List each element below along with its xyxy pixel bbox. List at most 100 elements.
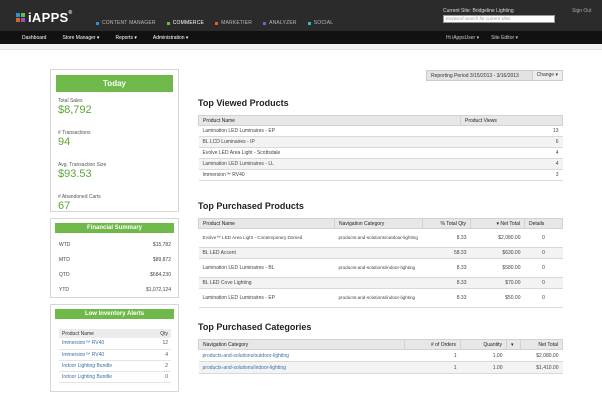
qty-cell: 12	[148, 338, 171, 350]
details-link[interactable]: 0	[524, 228, 563, 248]
col-details[interactable]: Details	[524, 218, 563, 229]
low-inventory-widget: Low Inventory Alerts Product Name Qty Im…	[50, 304, 179, 392]
qty-cell: 2	[148, 360, 171, 372]
module-commerce[interactable]: COMMERCE	[166, 20, 204, 26]
orders-cell: 1	[404, 361, 461, 374]
product-link[interactable]: Indoor Lighting Bundle	[59, 360, 149, 372]
table-row: Lamination LED Luminaires - EP 13	[198, 125, 563, 137]
col-product-name[interactable]: Product Name	[198, 218, 335, 229]
table-row: products-and-solutions/outdoor-lighting …	[198, 349, 563, 362]
orders-cell: 1	[404, 349, 461, 362]
reporting-period-bar: Reporting Period 3/15/2013 - 3/16/2013 C…	[426, 70, 563, 81]
table-row: Evolve™ LED Area Light - Contemporary Do…	[198, 228, 563, 248]
iapps-logo[interactable]: iAPPS®	[16, 10, 73, 25]
sub-header-strip	[0, 44, 602, 50]
top-purchased-table: Product Name Navigation Category % Total…	[198, 218, 563, 308]
net-total-cell: $2,080.00	[520, 349, 563, 362]
product-name: BL LED Accent	[198, 247, 335, 259]
category-link[interactable]: products-and-solutions/outdoor-lighting	[198, 349, 405, 362]
nav-store-manager[interactable]: Store Manager ▾	[62, 35, 99, 41]
main-nav: Dashboard Store Manager ▾ Reports ▾ Admi…	[0, 31, 602, 44]
category-link[interactable]: products-and-solutions/indoor-lighting	[198, 361, 405, 374]
product-name: Immersion™ RV40	[198, 169, 461, 181]
col-product-views[interactable]: Product Views	[460, 115, 563, 126]
product-link[interactable]: Immersion™ RV40	[59, 349, 149, 361]
table-row: Lamination LED Luminaires - BL products-…	[198, 258, 563, 278]
module-switcher: CONTENT MANAGER COMMERCE MARKETIER ANALYZER…	[96, 20, 333, 26]
col-product-name[interactable]: Product Name	[198, 115, 461, 126]
col-qty[interactable]: Qty	[148, 329, 171, 338]
module-marketier[interactable]: MARKETIER	[215, 20, 252, 26]
nav-administration[interactable]: Administration ▾	[153, 35, 189, 41]
sign-out-link[interactable]: Sign Out	[572, 8, 591, 14]
module-label: SOCIAL	[313, 20, 334, 26]
net-total-cell: $580.00	[470, 258, 525, 278]
qty-cell: 4	[148, 349, 171, 361]
table-row: BL LED Cove Lighting 8.33 $70.00 0	[198, 277, 563, 289]
col-navigation-category[interactable]: Navigation Category	[198, 339, 405, 350]
nav-dashboard[interactable]: Dashboard	[22, 35, 46, 41]
module-content-manager[interactable]: CONTENT MANAGER	[96, 20, 156, 26]
module-analyzer[interactable]: ANALYZER	[263, 20, 297, 26]
views-cell: 13	[460, 125, 563, 137]
product-link[interactable]: Immersion™ RV40	[59, 338, 149, 350]
stat-avg-transaction: Avg. Transaction Size $93.53	[51, 162, 178, 180]
views-cell: 6	[460, 136, 563, 148]
module-color-icon	[307, 21, 311, 25]
col-orders[interactable]: # of Orders	[404, 339, 461, 350]
product-name: Lamination LED Luminaires - BL	[198, 258, 335, 278]
stat-transactions: # Transactions 94	[51, 130, 178, 148]
module-color-icon	[215, 21, 219, 25]
pct-cell: 8.33	[422, 228, 471, 248]
site-editor-menu[interactable]: Site Editor ▾	[491, 35, 518, 41]
top-categories-title: Top Purchased Categories	[198, 322, 312, 332]
table-row: Indoor Lighting Bundle 0	[59, 371, 171, 383]
col-net-total[interactable]: Net Total	[520, 339, 563, 350]
stat-abandoned-carts: # Abandoned Carts 67	[51, 194, 178, 212]
net-total-cell: $2,080.00	[470, 228, 525, 248]
details-link[interactable]: 0	[524, 258, 563, 278]
col-net-total[interactable]: ▾ Net Total	[470, 218, 525, 229]
nav-reports[interactable]: Reports ▾	[115, 35, 136, 41]
module-social[interactable]: SOCIAL	[307, 20, 334, 26]
stat-value: 67	[58, 200, 71, 212]
stat-value: $8,792	[58, 104, 92, 116]
pct-cell: 58.33	[422, 247, 471, 259]
site-search-input[interactable]: Keyword search for current sites	[443, 15, 555, 23]
views-cell: 4	[460, 147, 563, 159]
views-cell: 3	[460, 169, 563, 181]
col-product-name[interactable]: Product Name	[59, 329, 149, 338]
category-cell: products-and-solutions/indoor-lighting	[334, 288, 423, 308]
today-widget: Today Total Sales $8,792 # Transactions …	[50, 69, 179, 212]
table-row: products-and-solutions/indoor-lighting 1…	[198, 361, 563, 374]
user-menu[interactable]: Hi iAppsUser ▾	[446, 35, 479, 41]
low-inventory-table: Product Name Qty Immersion™ RV40 12 Immer…	[59, 329, 171, 383]
table-row: Immersion™ RV40 12	[59, 338, 171, 350]
details-link[interactable]: 0	[524, 247, 563, 259]
qty-cell: 1.00	[460, 361, 507, 374]
col-navigation-category[interactable]: Navigation Category	[334, 218, 423, 229]
details-link[interactable]: 0	[524, 288, 563, 308]
stat-value: $93.53	[58, 168, 92, 180]
sort-desc-icon[interactable]: ▾	[506, 339, 521, 350]
net-total-cell: $1,410.00	[520, 361, 563, 374]
product-name: Lamination LED Luminaires - LL	[198, 158, 461, 170]
fin-row-mtd: MTD $89,872	[59, 257, 171, 263]
product-link[interactable]: Indoor Lighting Bundle	[59, 371, 149, 383]
col-quantity[interactable]: Quantity	[460, 339, 507, 350]
module-color-icon	[166, 21, 170, 25]
col-pct-total-qty[interactable]: % Total Qty	[422, 218, 471, 229]
fin-row-wtd: WTD $15,782	[59, 242, 171, 248]
module-color-icon	[263, 21, 267, 25]
details-link[interactable]: 0	[524, 277, 563, 289]
module-color-icon	[96, 21, 99, 25]
logo-mark-icon	[16, 13, 25, 22]
table-row: Lamination LED Luminaires - EP products-…	[198, 288, 563, 308]
table-row: BL LED Accent 58.33 $630.00 0	[198, 247, 563, 259]
top-purchased-title: Top Purchased Products	[198, 201, 304, 211]
table-row: Lamination LED Luminaires - LL 4	[198, 158, 563, 170]
category-cell	[334, 247, 423, 259]
category-cell: products-and-solutions/outdoor-lighting	[334, 228, 423, 248]
product-name: Lamination LED Luminaires - EP	[198, 288, 335, 308]
change-period-button[interactable]: Change ▾	[531, 71, 562, 80]
